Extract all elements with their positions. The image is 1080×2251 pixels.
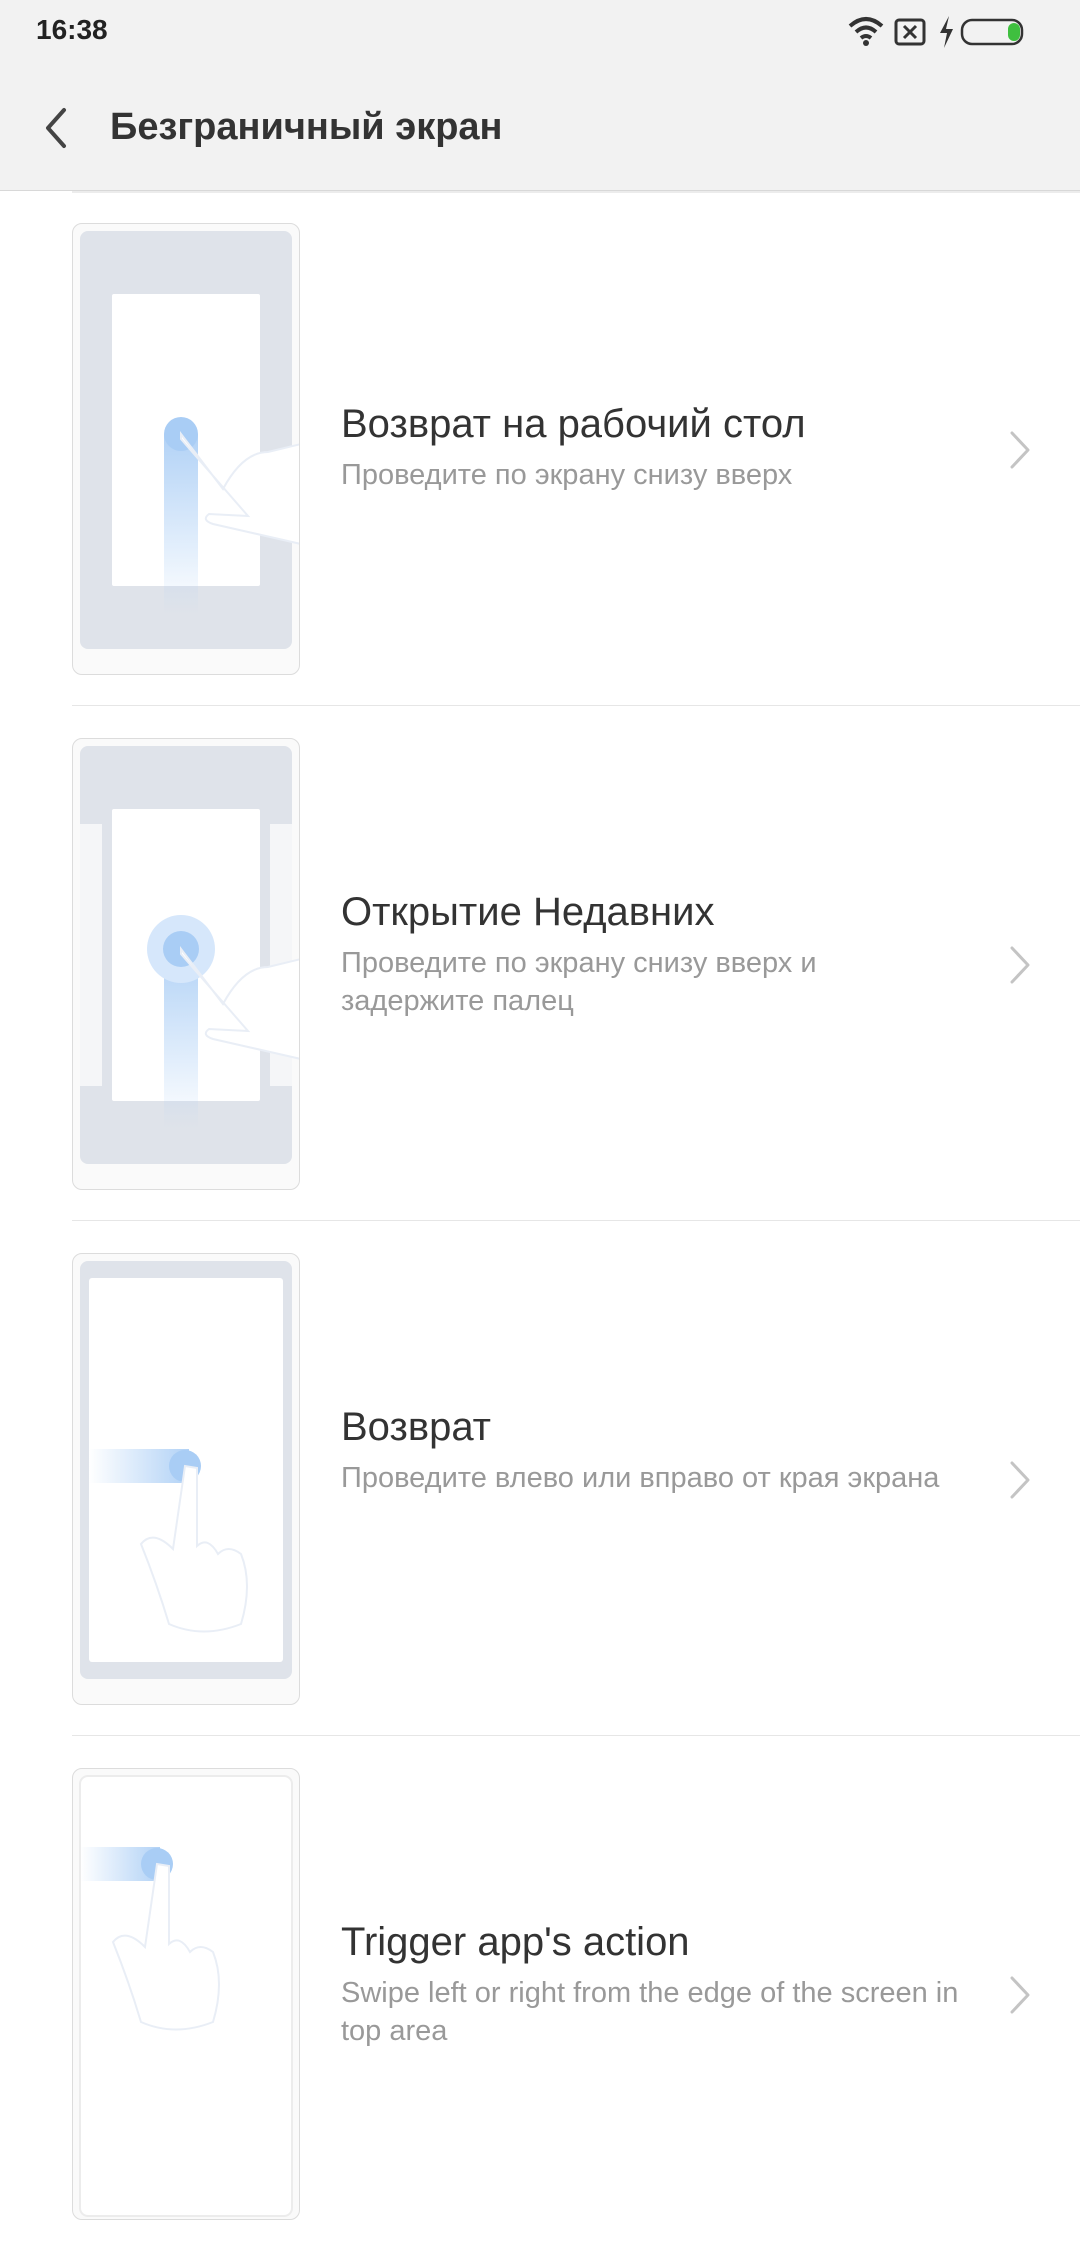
- item-subtitle: Проведите влево или вправо от края экран…: [341, 1462, 940, 1494]
- item-subtitle: Проведите по экрану снизу вверх и задерж…: [341, 947, 817, 1017]
- item-texts: Возврат на рабочий стол Проведите по экр…: [341, 400, 961, 494]
- app-bar: Безграничный экран: [0, 66, 1080, 191]
- item-texts: Возврат Проведите влево или вправо от кр…: [341, 1403, 961, 1497]
- sim-disabled-icon: [894, 18, 926, 46]
- chevron-right-icon: [1010, 431, 1030, 469]
- battery-icon: [960, 18, 1024, 46]
- list-item-trigger-app-action[interactable]: Trigger app's action Swipe left or right…: [0, 1736, 1080, 2251]
- wifi-icon: [848, 17, 884, 46]
- status-icons: [846, 14, 1046, 50]
- item-subtitle: Проведите по экрану снизу вверх: [341, 459, 793, 491]
- gesture-illustration-app-action: [72, 1768, 300, 2220]
- page-title: Безграничный экран: [110, 106, 503, 148]
- item-subtitle: Swipe left or right from the edge of the…: [341, 1977, 959, 2047]
- item-title: Возврат на рабочий стол: [341, 402, 806, 446]
- list-item-back[interactable]: Возврат Проведите влево или вправо от кр…: [0, 1221, 1080, 1736]
- gesture-illustration-back: [72, 1253, 300, 1705]
- status-bar: 16:38: [0, 0, 1080, 66]
- item-title: Открытие Недавних: [341, 890, 715, 934]
- item-title: Trigger app's action: [341, 1920, 690, 1964]
- gesture-illustration-home: [72, 223, 300, 675]
- gesture-illustration-recents: [72, 738, 300, 1190]
- status-time: 16:38: [36, 14, 108, 45]
- chevron-right-icon: [1010, 1461, 1030, 1499]
- charging-icon: [940, 16, 953, 48]
- list-item-go-home[interactable]: Возврат на рабочий стол Проведите по экр…: [0, 191, 1080, 706]
- item-texts: Trigger app's action Swipe left or right…: [341, 1918, 961, 2050]
- chevron-right-icon: [1010, 946, 1030, 984]
- item-texts: Открытие Недавних Проведите по экрану сн…: [341, 888, 961, 1020]
- item-title: Возврат: [341, 1405, 491, 1449]
- list-item-open-recents[interactable]: Открытие Недавних Проведите по экрану сн…: [0, 706, 1080, 1221]
- chevron-left-icon[interactable]: [36, 100, 76, 156]
- chevron-right-icon: [1010, 1976, 1030, 2014]
